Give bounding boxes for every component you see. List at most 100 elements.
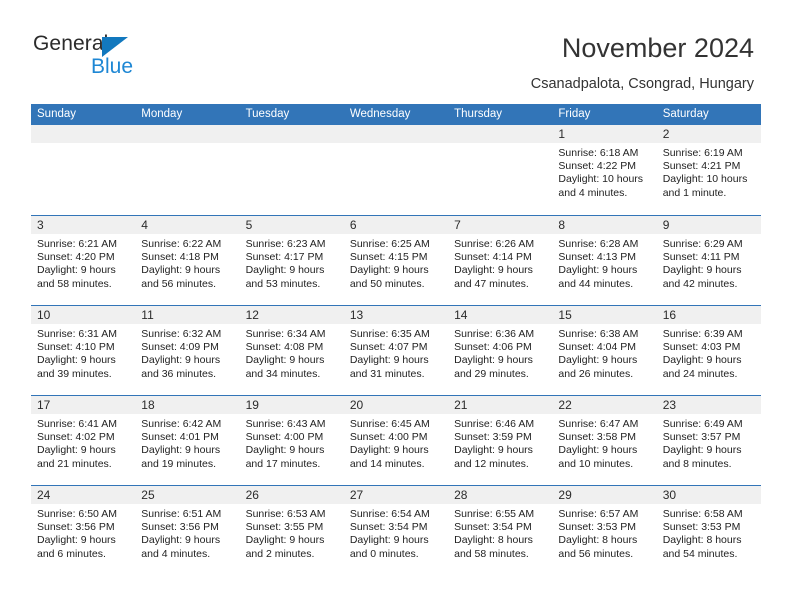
brand-name-blue: Blue — [91, 55, 134, 78]
day-cell-5[interactable]: 5 Sunrise: 6:23 AM Sunset: 4:17 PM Daylight… — [239, 216, 344, 305]
daylight-text-line1: Daylight: 9 hours — [245, 444, 325, 457]
sunrise-text: Sunrise: 6:25 AM — [349, 238, 430, 250]
day-number — [448, 125, 553, 143]
brand-logo[interactable]: General Blue — [33, 33, 213, 85]
daylight-text-line1: Daylight: 9 hours — [141, 444, 221, 457]
day-cell-13[interactable]: 13 Sunrise: 6:35 AM Sunset: 4:07 PM Dayligh… — [343, 306, 449, 395]
daylight-text-line2: and 6 minutes. — [37, 547, 106, 560]
day-cell-12[interactable]: 12 Sunrise: 6:34 AM Sunset: 4:08 PM Dayligh… — [239, 306, 344, 395]
day-number — [31, 125, 136, 143]
sunset-text: Sunset: 4:14 PM — [454, 251, 532, 264]
daylight-text-line1: Daylight: 9 hours — [245, 534, 325, 547]
day-cell-empty — [448, 125, 553, 215]
day-number — [343, 125, 449, 143]
day-cell-30[interactable]: 30 Sunrise: 6:58 AM Sunset: 3:53 PM Dayligh… — [656, 486, 761, 575]
daylight-text-line1: Daylight: 9 hours — [245, 354, 325, 367]
page-title: November 2024 — [561, 33, 754, 63]
day-number: 9 — [656, 216, 761, 234]
day-cell-7[interactable]: 7 Sunrise: 6:26 AM Sunset: 4:14 PM Daylight… — [448, 216, 553, 305]
day-cell-22[interactable]: 22 Sunrise: 6:47 AM Sunset: 3:58 PM Dayligh… — [552, 396, 657, 485]
sunset-text: Sunset: 4:21 PM — [662, 160, 741, 173]
sunrise-text: Sunrise: 6:51 AM — [141, 508, 222, 520]
day-cell-18[interactable]: 18 Sunrise: 6:42 AM Sunset: 4:01 PM Dayligh… — [135, 396, 240, 485]
sunset-text: Sunset: 4:09 PM — [141, 341, 219, 354]
daylight-text-line2: and 4 minutes. — [558, 186, 628, 199]
day-cell-4[interactable]: 4 Sunrise: 6:22 AM Sunset: 4:18 PM Daylight… — [135, 216, 240, 305]
day-cell-17[interactable]: 17 Sunrise: 6:41 AM Sunset: 4:02 PM Dayligh… — [31, 396, 136, 485]
daylight-text-line2: and 29 minutes. — [454, 367, 529, 380]
calendar-week-row: 10 Sunrise: 6:31 AM Sunset: 4:10 PM Dayligh… — [31, 305, 761, 395]
daylight-text-line2: and 31 minutes. — [349, 367, 425, 380]
day-cell-20[interactable]: 20 Sunrise: 6:45 AM Sunset: 4:00 PM Dayligh… — [343, 396, 449, 485]
day-number: 30 — [656, 486, 761, 504]
day-cell-empty — [239, 125, 344, 215]
sunset-text: Sunset: 3:54 PM — [454, 521, 532, 534]
sunset-text: Sunset: 4:02 PM — [37, 431, 115, 444]
day-cell-16[interactable]: 16 Sunrise: 6:39 AM Sunset: 4:03 PM Dayligh… — [656, 306, 761, 395]
day-cell-1[interactable]: 1 Sunrise: 6:18 AM Sunset: 4:22 PM Daylight… — [552, 125, 657, 215]
day-cell-21[interactable]: 21 Sunrise: 6:46 AM Sunset: 3:59 PM Dayligh… — [448, 396, 553, 485]
day-details: Sunrise: 6:35 AM Sunset: 4:07 PM Daylight:… — [344, 324, 448, 381]
day-cell-29[interactable]: 29 Sunrise: 6:57 AM Sunset: 3:53 PM Dayligh… — [552, 486, 657, 575]
day-number: 28 — [448, 486, 553, 504]
day-cell-6[interactable]: 6 Sunrise: 6:25 AM Sunset: 4:15 PM Daylight… — [343, 216, 449, 305]
day-cell-19[interactable]: 19 Sunrise: 6:43 AM Sunset: 4:00 PM Dayligh… — [239, 396, 344, 485]
sunrise-text: Sunrise: 6:38 AM — [558, 328, 639, 340]
day-cell-28[interactable]: 28 Sunrise: 6:55 AM Sunset: 3:54 PM Dayligh… — [448, 486, 553, 575]
daylight-text-line1: Daylight: 9 hours — [662, 444, 742, 457]
day-cell-14[interactable]: 14 Sunrise: 6:36 AM Sunset: 4:06 PM Dayligh… — [448, 306, 553, 395]
weekday-header-saturday: Saturday — [662, 108, 709, 120]
sunset-text: Sunset: 4:11 PM — [662, 251, 740, 264]
sunrise-text: Sunrise: 6:32 AM — [141, 328, 222, 340]
day-cell-25[interactable]: 25 Sunrise: 6:51 AM Sunset: 3:56 PM Dayligh… — [135, 486, 240, 575]
day-details: Sunrise: 6:23 AM Sunset: 4:17 PM Daylight:… — [240, 234, 344, 291]
day-number — [135, 125, 240, 143]
sunrise-text: Sunrise: 6:28 AM — [558, 238, 639, 250]
sunrise-text: Sunrise: 6:26 AM — [454, 238, 535, 250]
daylight-text-line2: and 26 minutes. — [558, 367, 634, 380]
day-number: 21 — [448, 396, 553, 414]
daylight-text-line1: Daylight: 8 hours — [558, 534, 638, 547]
weekday-header-monday: Monday — [141, 108, 183, 120]
daylight-text-line1: Daylight: 9 hours — [141, 354, 221, 367]
day-cell-11[interactable]: 11 Sunrise: 6:32 AM Sunset: 4:09 PM Dayligh… — [135, 306, 240, 395]
day-details: Sunrise: 6:32 AM Sunset: 4:09 PM Daylight:… — [135, 324, 239, 381]
weekday-header-thursday: Thursday — [454, 108, 503, 120]
day-number: 1 — [552, 125, 657, 143]
day-cell-26[interactable]: 26 Sunrise: 6:53 AM Sunset: 3:55 PM Dayligh… — [239, 486, 344, 575]
sunrise-text: Sunrise: 6:23 AM — [245, 238, 326, 250]
sunset-text: Sunset: 4:13 PM — [558, 251, 637, 264]
day-details: Sunrise: 6:54 AM Sunset: 3:54 PM Daylight:… — [344, 504, 448, 561]
sunrise-text: Sunrise: 6:57 AM — [558, 508, 639, 520]
sunrise-text: Sunrise: 6:55 AM — [454, 508, 535, 520]
day-cell-23[interactable]: 23 Sunrise: 6:49 AM Sunset: 3:57 PM Dayligh… — [656, 396, 761, 485]
sunset-text: Sunset: 4:04 PM — [558, 341, 637, 354]
day-cell-3[interactable]: 3 Sunrise: 6:21 AM Sunset: 4:20 PM Daylight… — [31, 216, 136, 305]
daylight-text-line1: Daylight: 9 hours — [245, 264, 325, 277]
day-details: Sunrise: 6:53 AM Sunset: 3:55 PM Daylight:… — [240, 504, 344, 561]
day-cell-24[interactable]: 24 Sunrise: 6:50 AM Sunset: 3:56 PM Dayligh… — [31, 486, 136, 575]
daylight-text-line2: and 1 minute. — [662, 186, 727, 199]
sunset-text: Sunset: 3:57 PM — [662, 431, 741, 444]
daylight-text-line1: Daylight: 9 hours — [454, 264, 533, 277]
day-cell-empty — [343, 125, 449, 215]
day-details: Sunrise: 6:36 AM Sunset: 4:06 PM Daylight:… — [448, 324, 552, 381]
day-cell-27[interactable]: 27 Sunrise: 6:54 AM Sunset: 3:54 PM Dayligh… — [343, 486, 449, 575]
day-cell-9[interactable]: 9 Sunrise: 6:29 AM Sunset: 4:11 PM Daylight… — [656, 216, 761, 305]
sunrise-text: Sunrise: 6:29 AM — [662, 238, 743, 250]
calendar-week-row: 1 Sunrise: 6:18 AM Sunset: 4:22 PM Daylight… — [31, 125, 761, 215]
daylight-text-line1: Daylight: 9 hours — [37, 264, 116, 277]
weekday-header-friday: Friday — [558, 108, 591, 120]
day-number: 17 — [31, 396, 136, 414]
day-cell-2[interactable]: 2 Sunrise: 6:19 AM Sunset: 4:21 PM Daylight… — [656, 125, 761, 215]
day-number: 29 — [552, 486, 657, 504]
day-details: Sunrise: 6:47 AM Sunset: 3:58 PM Daylight:… — [552, 414, 656, 471]
day-details: Sunrise: 6:50 AM Sunset: 3:56 PM Daylight:… — [31, 504, 135, 561]
daylight-text-line1: Daylight: 9 hours — [349, 534, 429, 547]
sunset-text: Sunset: 3:53 PM — [558, 521, 637, 534]
day-cell-15[interactable]: 15 Sunrise: 6:38 AM Sunset: 4:04 PM Dayligh… — [552, 306, 657, 395]
daylight-text-line2: and 39 minutes. — [37, 367, 112, 380]
day-details: Sunrise: 6:31 AM Sunset: 4:10 PM Daylight:… — [31, 324, 135, 381]
day-cell-10[interactable]: 10 Sunrise: 6:31 AM Sunset: 4:10 PM Dayligh… — [31, 306, 136, 395]
day-cell-8[interactable]: 8 Sunrise: 6:28 AM Sunset: 4:13 PM Daylight… — [552, 216, 657, 305]
